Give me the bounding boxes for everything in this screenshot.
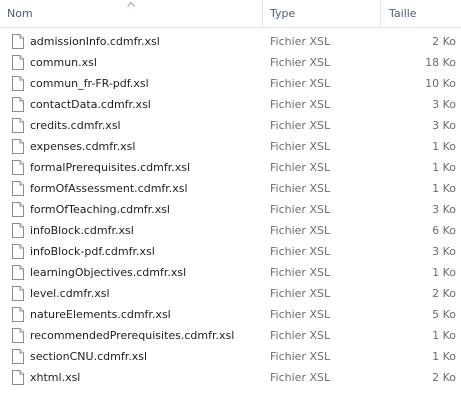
- file-name: formOfTeaching.cdmfr.xsl: [30, 203, 170, 216]
- file-size: 3 Ko: [432, 98, 456, 111]
- file-size: 10 Ko: [425, 77, 456, 90]
- file-name: formOfAssessment.cdmfr.xsl: [30, 182, 188, 195]
- file-type: Fichier XSL: [270, 266, 331, 279]
- file-row[interactable]: formalPrerequisites.cdmfr.xsl Fichier XS…: [0, 157, 461, 178]
- file-size: 2 Ko: [432, 371, 456, 384]
- file-size: 1 Ko: [432, 329, 456, 342]
- file-size: 6 Ko: [432, 224, 456, 237]
- file-type: Fichier XSL: [270, 371, 331, 384]
- file-list-view: Nom Type Taille admissionInfo.cdmfr.xsl …: [0, 0, 461, 413]
- file-row[interactable]: xhtml.xsl Fichier XSL 2 Ko: [0, 367, 461, 388]
- file-type: Fichier XSL: [270, 350, 331, 363]
- file-row[interactable]: learningObjectives.cdmfr.xsl Fichier XSL…: [0, 262, 461, 283]
- file-type: Fichier XSL: [270, 119, 331, 132]
- file-row[interactable]: admissionInfo.cdmfr.xsl Fichier XSL 2 Ko: [0, 31, 461, 52]
- file-rows: admissionInfo.cdmfr.xsl Fichier XSL 2 Ko…: [0, 31, 461, 388]
- file-type: Fichier XSL: [270, 203, 331, 216]
- file-type: Fichier XSL: [270, 308, 331, 321]
- file-row[interactable]: natureElements.cdmfr.xsl Fichier XSL 5 K…: [0, 304, 461, 325]
- file-row[interactable]: formOfTeaching.cdmfr.xsl Fichier XSL 3 K…: [0, 199, 461, 220]
- file-name: formalPrerequisites.cdmfr.xsl: [30, 161, 191, 174]
- xsl-file-icon: [12, 286, 24, 301]
- file-size: 1 Ko: [432, 266, 456, 279]
- file-name: admissionInfo.cdmfr.xsl: [30, 35, 160, 48]
- file-name: credits.cdmfr.xsl: [30, 119, 121, 132]
- xsl-file-icon: [12, 118, 24, 133]
- file-size: 18 Ko: [425, 56, 456, 69]
- file-row[interactable]: credits.cdmfr.xsl Fichier XSL 3 Ko: [0, 115, 461, 136]
- file-name: infoBlock.cdmfr.xsl: [30, 224, 134, 237]
- file-type: Fichier XSL: [270, 56, 331, 69]
- file-type: Fichier XSL: [270, 35, 331, 48]
- column-header-size-label: Taille: [389, 7, 417, 20]
- file-size: 1 Ko: [432, 182, 456, 195]
- file-type: Fichier XSL: [270, 77, 331, 90]
- file-row[interactable]: commun_fr-FR-pdf.xsl Fichier XSL 10 Ko: [0, 73, 461, 94]
- file-type: Fichier XSL: [270, 245, 331, 258]
- file-row[interactable]: level.cdmfr.xsl Fichier XSL 2 Ko: [0, 283, 461, 304]
- xsl-file-icon: [12, 244, 24, 259]
- file-type: Fichier XSL: [270, 161, 331, 174]
- file-size: 3 Ko: [432, 119, 456, 132]
- file-name: contactData.cdmfr.xsl: [30, 98, 151, 111]
- file-size: 3 Ko: [432, 203, 456, 216]
- xsl-file-icon: [12, 97, 24, 112]
- file-size: 5 Ko: [432, 308, 456, 321]
- xsl-file-icon: [12, 139, 24, 154]
- xsl-file-icon: [12, 265, 24, 280]
- file-type: Fichier XSL: [270, 98, 331, 111]
- file-name: xhtml.xsl: [30, 371, 81, 384]
- file-size: 3 Ko: [432, 245, 456, 258]
- xsl-file-icon: [12, 181, 24, 196]
- file-type: Fichier XSL: [270, 182, 331, 195]
- column-header-type-label: Type: [270, 7, 296, 20]
- file-name: infoBlock-pdf.cdmfr.xsl: [30, 245, 155, 258]
- file-size: 2 Ko: [432, 35, 456, 48]
- column-header-name[interactable]: Nom: [0, 0, 263, 27]
- file-name: learningObjectives.cdmfr.xsl: [30, 266, 187, 279]
- sort-ascending-icon: [127, 1, 135, 7]
- file-row[interactable]: expenses.cdmfr.xsl Fichier XSL 1 Ko: [0, 136, 461, 157]
- file-name: commun.xsl: [30, 56, 97, 69]
- file-row[interactable]: recommendedPrerequisites.cdmfr.xsl Fichi…: [0, 325, 461, 346]
- column-header-bar: Nom Type Taille: [0, 0, 461, 28]
- file-name: expenses.cdmfr.xsl: [30, 140, 136, 153]
- xsl-file-icon: [12, 34, 24, 49]
- file-size: 1 Ko: [432, 350, 456, 363]
- xsl-file-icon: [12, 76, 24, 91]
- file-name: sectionCNU.cdmfr.xsl: [30, 350, 147, 363]
- file-name: recommendedPrerequisites.cdmfr.xsl: [30, 329, 235, 342]
- file-row[interactable]: infoBlock-pdf.cdmfr.xsl Fichier XSL 3 Ko: [0, 241, 461, 262]
- file-name: commun_fr-FR-pdf.xsl: [30, 77, 149, 90]
- file-type: Fichier XSL: [270, 329, 331, 342]
- xsl-file-icon: [12, 160, 24, 175]
- column-header-size[interactable]: Taille: [381, 0, 461, 27]
- xsl-file-icon: [12, 55, 24, 70]
- xsl-file-icon: [12, 223, 24, 238]
- xsl-file-icon: [12, 328, 24, 343]
- xsl-file-icon: [12, 349, 24, 364]
- file-name: level.cdmfr.xsl: [30, 287, 110, 300]
- xsl-file-icon: [12, 370, 24, 385]
- file-row[interactable]: formOfAssessment.cdmfr.xsl Fichier XSL 1…: [0, 178, 461, 199]
- file-size: 1 Ko: [432, 140, 456, 153]
- file-size: 2 Ko: [432, 287, 456, 300]
- file-row[interactable]: sectionCNU.cdmfr.xsl Fichier XSL 1 Ko: [0, 346, 461, 367]
- file-row[interactable]: infoBlock.cdmfr.xsl Fichier XSL 6 Ko: [0, 220, 461, 241]
- xsl-file-icon: [12, 202, 24, 217]
- file-type: Fichier XSL: [270, 140, 331, 153]
- file-row[interactable]: contactData.cdmfr.xsl Fichier XSL 3 Ko: [0, 94, 461, 115]
- column-header-name-label: Nom: [7, 7, 33, 20]
- file-row[interactable]: commun.xsl Fichier XSL 18 Ko: [0, 52, 461, 73]
- file-name: natureElements.cdmfr.xsl: [30, 308, 171, 321]
- file-type: Fichier XSL: [270, 287, 331, 300]
- file-size: 1 Ko: [432, 161, 456, 174]
- column-header-type[interactable]: Type: [263, 0, 381, 27]
- xsl-file-icon: [12, 307, 24, 322]
- file-type: Fichier XSL: [270, 224, 331, 237]
